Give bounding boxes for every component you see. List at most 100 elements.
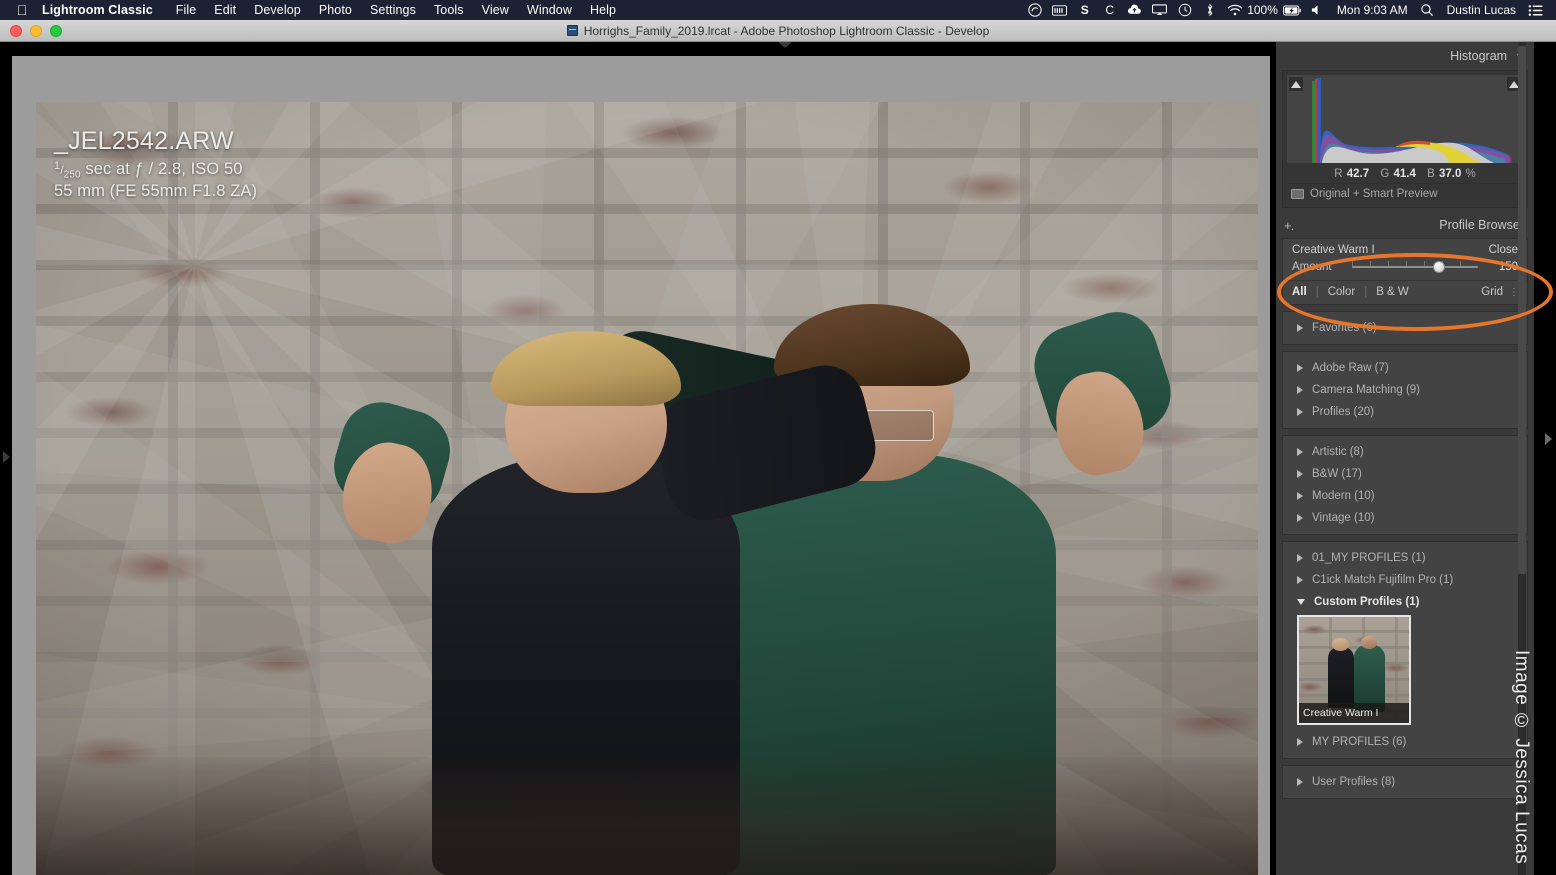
- amount-slider-handle[interactable]: [1433, 261, 1445, 273]
- minimize-button[interactable]: [30, 25, 42, 37]
- menu-item-edit[interactable]: Edit: [205, 3, 245, 17]
- filter-all[interactable]: All: [1292, 286, 1316, 298]
- profile-item-01-my-profiles[interactable]: 01_MY PROFILES (1): [1283, 547, 1527, 569]
- menu-item-develop[interactable]: Develop: [245, 3, 310, 17]
- amount-value[interactable]: 150: [1486, 261, 1518, 273]
- profile-item-label: Vintage (10): [1312, 512, 1374, 524]
- right-panel-scrollbar-thumb[interactable]: [1518, 46, 1526, 574]
- menu-item-window[interactable]: Window: [518, 3, 581, 17]
- profile-item-adobe-raw[interactable]: Adobe Raw (7): [1283, 357, 1527, 379]
- time-machine-icon[interactable]: [1172, 0, 1197, 20]
- spotlight-search-icon[interactable]: [1415, 0, 1440, 20]
- creative-cloud-icon[interactable]: [1022, 0, 1047, 20]
- thumbnail-boy-right-head: [1361, 636, 1378, 649]
- close-button[interactable]: [10, 25, 22, 37]
- preview-status-label: Original + Smart Preview: [1310, 188, 1438, 200]
- profile-item-label: Custom Profiles (1): [1314, 596, 1419, 608]
- amount-slider[interactable]: [1352, 261, 1478, 273]
- thumbnail-boy-left: [1328, 647, 1354, 708]
- show-right-panel-arrow[interactable]: [1545, 433, 1552, 445]
- histogram-g-label: G: [1380, 168, 1389, 180]
- amount-slider-track[interactable]: [1352, 266, 1478, 268]
- filter-bw[interactable]: B & W: [1367, 286, 1418, 298]
- battery-charging-icon[interactable]: [1280, 0, 1305, 20]
- profile-item-my-profiles[interactable]: MY PROFILES (6): [1283, 731, 1527, 753]
- lightroom-workspace: _JEL2542.ARW 1/250 sec at ƒ / 2.8, ISO 5…: [0, 42, 1556, 875]
- histogram-title: Histogram: [1450, 49, 1507, 63]
- menu-item-photo[interactable]: Photo: [310, 3, 361, 17]
- add-profile-icon[interactable]: +.: [1284, 218, 1293, 233]
- menu-item-file[interactable]: File: [167, 3, 206, 17]
- amount-label: Amount: [1292, 261, 1344, 273]
- profile-item-favorites[interactable]: Favorites (6): [1283, 317, 1527, 339]
- right-panel: Histogram ▼: [1276, 42, 1534, 875]
- profile-item-user-profiles[interactable]: User Profiles (8): [1283, 771, 1527, 793]
- profile-item-vintage[interactable]: Vintage (10): [1283, 507, 1527, 529]
- thumbnail-caption: Creative Warm I: [1299, 703, 1409, 723]
- close-button-profile-browser[interactable]: Close: [1489, 244, 1518, 256]
- menu-bar-clock[interactable]: Mon 9:03 AM: [1330, 3, 1415, 17]
- profile-item-label: B&W (17): [1312, 468, 1362, 480]
- menu-app-name[interactable]: Lightroom Classic: [42, 3, 167, 17]
- histogram-graph: [1287, 75, 1523, 163]
- filter-color[interactable]: Color: [1319, 286, 1364, 298]
- menu-item-view[interactable]: View: [473, 3, 518, 17]
- menu-item-help[interactable]: Help: [581, 3, 625, 17]
- wifi-icon[interactable]: [1222, 0, 1247, 20]
- shadow-clipping-triangle[interactable]: [1289, 77, 1303, 91]
- show-left-panel-arrow[interactable]: [3, 451, 10, 463]
- current-profile-name: Creative Warm I: [1292, 244, 1375, 256]
- profile-thumbnail-creative-warm-i[interactable]: Creative Warm I: [1297, 615, 1411, 725]
- view-mode-grid[interactable]: Grid: [1481, 286, 1509, 298]
- profile-item-bw[interactable]: B&W (17): [1283, 463, 1527, 485]
- menu-bar-user-name[interactable]: Dustin Lucas: [1440, 3, 1523, 17]
- profile-browser-title: Profile Browser: [1439, 218, 1524, 232]
- profile-item-artistic[interactable]: Artistic (8): [1283, 441, 1527, 463]
- profile-item-camera-matching[interactable]: Camera Matching (9): [1283, 379, 1527, 401]
- show-top-panel-arrow[interactable]: [778, 42, 792, 48]
- profile-group-user-profiles: User Profiles (8): [1282, 765, 1528, 799]
- dropbox-s-icon[interactable]: S: [1072, 0, 1097, 20]
- chevron-right-icon: [1297, 470, 1303, 478]
- control-center-icon[interactable]: [1523, 0, 1548, 20]
- menu-bar-status-area: S C 100% Mon 9:03 AM: [1022, 0, 1548, 20]
- histogram-canvas[interactable]: [1287, 75, 1523, 163]
- carbon-copy-c-icon[interactable]: C: [1097, 0, 1122, 20]
- profile-filter-row: All | Color | B & W Grid ⋮: [1283, 280, 1527, 304]
- grid-options-icon[interactable]: ⋮: [1509, 287, 1518, 298]
- chevron-right-icon: [1297, 386, 1303, 394]
- menu-item-settings[interactable]: Settings: [361, 3, 425, 17]
- profile-item-label: MY PROFILES (6): [1312, 736, 1406, 748]
- profile-group-favorites: Favorites (6): [1282, 311, 1528, 345]
- thumbnail-boy-left-head: [1332, 638, 1349, 651]
- develop-photo[interactable]: _JEL2542.ARW 1/250 sec at ƒ / 2.8, ISO 5…: [36, 102, 1258, 875]
- airplay-display-icon[interactable]: [1147, 0, 1172, 20]
- chevron-right-icon: [1297, 576, 1303, 584]
- apple-logo-icon[interactable]: : [14, 3, 30, 17]
- develop-image-viewport[interactable]: _JEL2542.ARW 1/250 sec at ƒ / 2.8, ISO 5…: [12, 56, 1270, 875]
- profile-item-click-match-fujifilm-pro[interactable]: C1ick Match Fujifilm Pro (1): [1283, 569, 1527, 591]
- zoom-button[interactable]: [50, 25, 62, 37]
- bluetooth-icon[interactable]: [1197, 0, 1222, 20]
- chevron-down-icon: [1297, 599, 1305, 605]
- amount-slider-row: Amount 150: [1283, 258, 1527, 280]
- profile-item-custom-profiles[interactable]: Custom Profiles (1): [1283, 591, 1527, 613]
- cloud-upload-icon[interactable]: [1122, 0, 1147, 20]
- profile-thumbnail-area: Creative Warm I: [1283, 613, 1527, 731]
- profile-group-creative: Artistic (8) B&W (17) Modern (10) Vintag…: [1282, 435, 1528, 535]
- battery-percent-label: 100%: [1247, 3, 1280, 17]
- histogram-header[interactable]: Histogram ▼: [1276, 42, 1534, 70]
- profile-group-user-installed: 01_MY PROFILES (1) C1ick Match Fujifilm …: [1282, 541, 1528, 759]
- window-title-wrap: Horrighs_Family_2019.lrcat - Adobe Photo…: [567, 24, 990, 38]
- profile-browser-header[interactable]: +. Profile Browser: [1276, 212, 1534, 238]
- photo-vignette: [36, 102, 1258, 875]
- profile-item-modern[interactable]: Modern (10): [1283, 485, 1527, 507]
- chevron-right-icon: [1297, 778, 1303, 786]
- menu-item-tools[interactable]: Tools: [425, 3, 473, 17]
- histogram-r-value: 42.7: [1347, 168, 1369, 180]
- speaker-icon[interactable]: [1305, 0, 1330, 20]
- battery-meter-icon[interactable]: [1047, 0, 1072, 20]
- image-credit-watermark: Image © Jessica Lucas: [1510, 650, 1532, 864]
- chevron-right-icon: [1297, 324, 1303, 332]
- profile-item-profiles[interactable]: Profiles (20): [1283, 401, 1527, 423]
